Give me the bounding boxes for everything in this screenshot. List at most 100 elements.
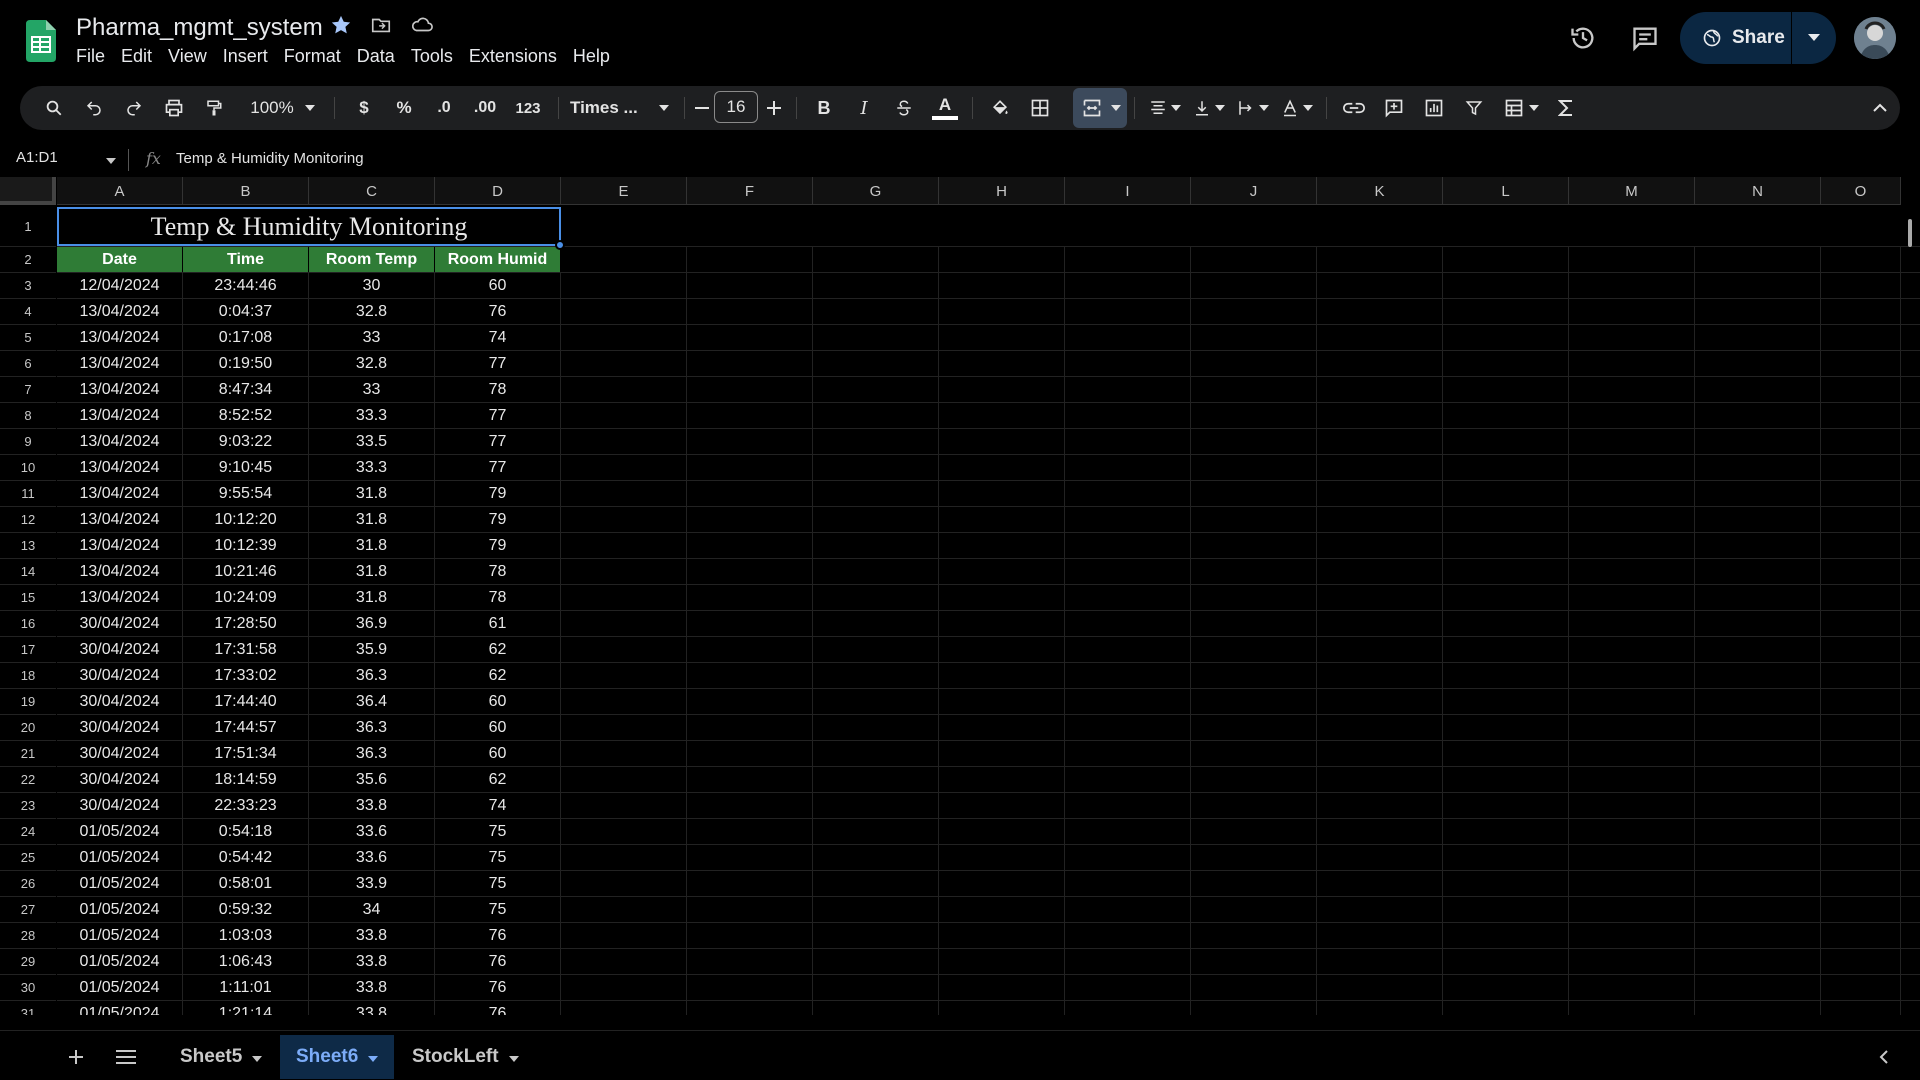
menu-format[interactable]: Format bbox=[276, 46, 349, 67]
table-cell[interactable] bbox=[1443, 637, 1569, 662]
table-cell[interactable] bbox=[1569, 533, 1695, 558]
table-cell[interactable] bbox=[1821, 507, 1901, 532]
column-header-f[interactable]: F bbox=[687, 177, 813, 205]
table-cell[interactable]: 75 bbox=[435, 897, 561, 922]
table-cell[interactable]: 13/04/2024 bbox=[57, 429, 183, 454]
table-cell[interactable] bbox=[1065, 715, 1191, 740]
table-cell[interactable] bbox=[1191, 429, 1317, 454]
table-cell[interactable] bbox=[939, 767, 1065, 792]
table-cell[interactable] bbox=[1695, 663, 1821, 688]
table-cell[interactable] bbox=[813, 897, 939, 922]
menu-help[interactable]: Help bbox=[565, 46, 618, 67]
currency-format-button[interactable]: $ bbox=[350, 86, 378, 130]
table-cell[interactable]: 79 bbox=[435, 507, 561, 532]
table-cell[interactable] bbox=[687, 299, 813, 324]
table-cell[interactable]: 01/05/2024 bbox=[57, 949, 183, 974]
table-cell[interactable] bbox=[1821, 429, 1901, 454]
table-cell[interactable] bbox=[1695, 611, 1821, 636]
table-cell[interactable]: 30/04/2024 bbox=[57, 637, 183, 662]
table-cell[interactable] bbox=[1065, 819, 1191, 844]
table-cell[interactable] bbox=[1569, 663, 1695, 688]
table-cell[interactable] bbox=[1695, 715, 1821, 740]
table-cell[interactable] bbox=[561, 481, 687, 506]
table-cell[interactable] bbox=[1821, 377, 1901, 402]
table-cell[interactable] bbox=[1317, 507, 1443, 532]
row-header[interactable]: 7 bbox=[0, 377, 56, 403]
table-cell[interactable] bbox=[813, 559, 939, 584]
table-cell[interactable]: 33 bbox=[309, 377, 435, 402]
font-size-input[interactable]: 16 bbox=[714, 91, 758, 123]
table-cell[interactable] bbox=[1065, 741, 1191, 766]
table-cell[interactable]: 33.3 bbox=[309, 403, 435, 428]
table-cell[interactable] bbox=[561, 871, 687, 896]
table-cell[interactable] bbox=[1065, 533, 1191, 558]
table-cell[interactable]: 13/04/2024 bbox=[57, 585, 183, 610]
row-header[interactable]: 9 bbox=[0, 429, 56, 455]
table-cell[interactable] bbox=[1821, 299, 1901, 324]
table-cell[interactable] bbox=[561, 767, 687, 792]
table-cell[interactable] bbox=[1443, 949, 1569, 974]
table-cell[interactable] bbox=[1317, 897, 1443, 922]
table-cell[interactable] bbox=[1443, 247, 1569, 272]
table-cell[interactable]: 32.8 bbox=[309, 351, 435, 376]
table-cell[interactable] bbox=[1317, 325, 1443, 350]
table-cell[interactable] bbox=[1821, 351, 1901, 376]
row-header[interactable]: 27 bbox=[0, 897, 56, 923]
table-cell[interactable] bbox=[1821, 975, 1901, 1000]
table-cell[interactable] bbox=[1191, 351, 1317, 376]
table-cell[interactable]: 60 bbox=[435, 273, 561, 298]
table-cell[interactable] bbox=[1191, 299, 1317, 324]
table-cell[interactable] bbox=[1821, 663, 1901, 688]
table-cell[interactable] bbox=[1821, 871, 1901, 896]
table-cell[interactable]: 30/04/2024 bbox=[57, 741, 183, 766]
table-cell[interactable] bbox=[1443, 715, 1569, 740]
table-cell[interactable] bbox=[939, 533, 1065, 558]
table-cell[interactable] bbox=[1191, 845, 1317, 870]
table-cell[interactable] bbox=[939, 975, 1065, 1000]
row-header[interactable]: 2 bbox=[0, 247, 56, 273]
account-avatar[interactable] bbox=[1854, 17, 1896, 59]
table-cell[interactable] bbox=[687, 377, 813, 402]
table-cell[interactable] bbox=[1569, 559, 1695, 584]
selection-fill-handle[interactable] bbox=[555, 240, 565, 250]
table-cell[interactable] bbox=[939, 247, 1065, 272]
table-cell[interactable] bbox=[1065, 481, 1191, 506]
table-cell[interactable]: 75 bbox=[435, 845, 561, 870]
table-cell[interactable]: 78 bbox=[435, 585, 561, 610]
table-cell[interactable]: 17:51:34 bbox=[183, 741, 309, 766]
redo-icon[interactable] bbox=[118, 86, 150, 130]
table-cell[interactable] bbox=[687, 559, 813, 584]
table-cell[interactable] bbox=[1569, 1001, 1695, 1015]
table-cell[interactable] bbox=[1443, 377, 1569, 402]
table-cell[interactable] bbox=[939, 585, 1065, 610]
column-header-o[interactable]: O bbox=[1821, 177, 1901, 205]
column-header-g[interactable]: G bbox=[813, 177, 939, 205]
table-cell[interactable] bbox=[1695, 455, 1821, 480]
table-cell[interactable] bbox=[1065, 845, 1191, 870]
table-cell[interactable] bbox=[1065, 767, 1191, 792]
table-cell[interactable] bbox=[813, 715, 939, 740]
table-cell[interactable] bbox=[813, 455, 939, 480]
table-cell[interactable] bbox=[939, 325, 1065, 350]
sheet-tab-stockleft[interactable]: StockLeft bbox=[396, 1035, 535, 1079]
table-cell[interactable] bbox=[1443, 325, 1569, 350]
table-cell[interactable] bbox=[1317, 273, 1443, 298]
row-header[interactable]: 18 bbox=[0, 663, 56, 689]
table-cell[interactable] bbox=[939, 507, 1065, 532]
table-cell[interactable]: 13/04/2024 bbox=[57, 377, 183, 402]
table-cell[interactable]: 17:44:57 bbox=[183, 715, 309, 740]
column-title-cell[interactable]: Room Temp bbox=[309, 247, 435, 272]
table-cell[interactable] bbox=[687, 325, 813, 350]
table-cell[interactable]: 0:54:18 bbox=[183, 819, 309, 844]
table-cell[interactable]: 0:54:42 bbox=[183, 845, 309, 870]
table-cell[interactable] bbox=[1569, 871, 1695, 896]
table-cell[interactable]: 74 bbox=[435, 793, 561, 818]
table-cell[interactable]: 77 bbox=[435, 403, 561, 428]
document-title[interactable]: Pharma_mgmt_system bbox=[76, 14, 323, 42]
table-cell[interactable]: 31.8 bbox=[309, 481, 435, 506]
column-header-a[interactable]: A bbox=[57, 177, 183, 205]
table-cell[interactable] bbox=[1065, 585, 1191, 610]
table-cell[interactable] bbox=[813, 507, 939, 532]
table-cell[interactable]: 8:52:52 bbox=[183, 403, 309, 428]
table-cell[interactable] bbox=[1065, 559, 1191, 584]
